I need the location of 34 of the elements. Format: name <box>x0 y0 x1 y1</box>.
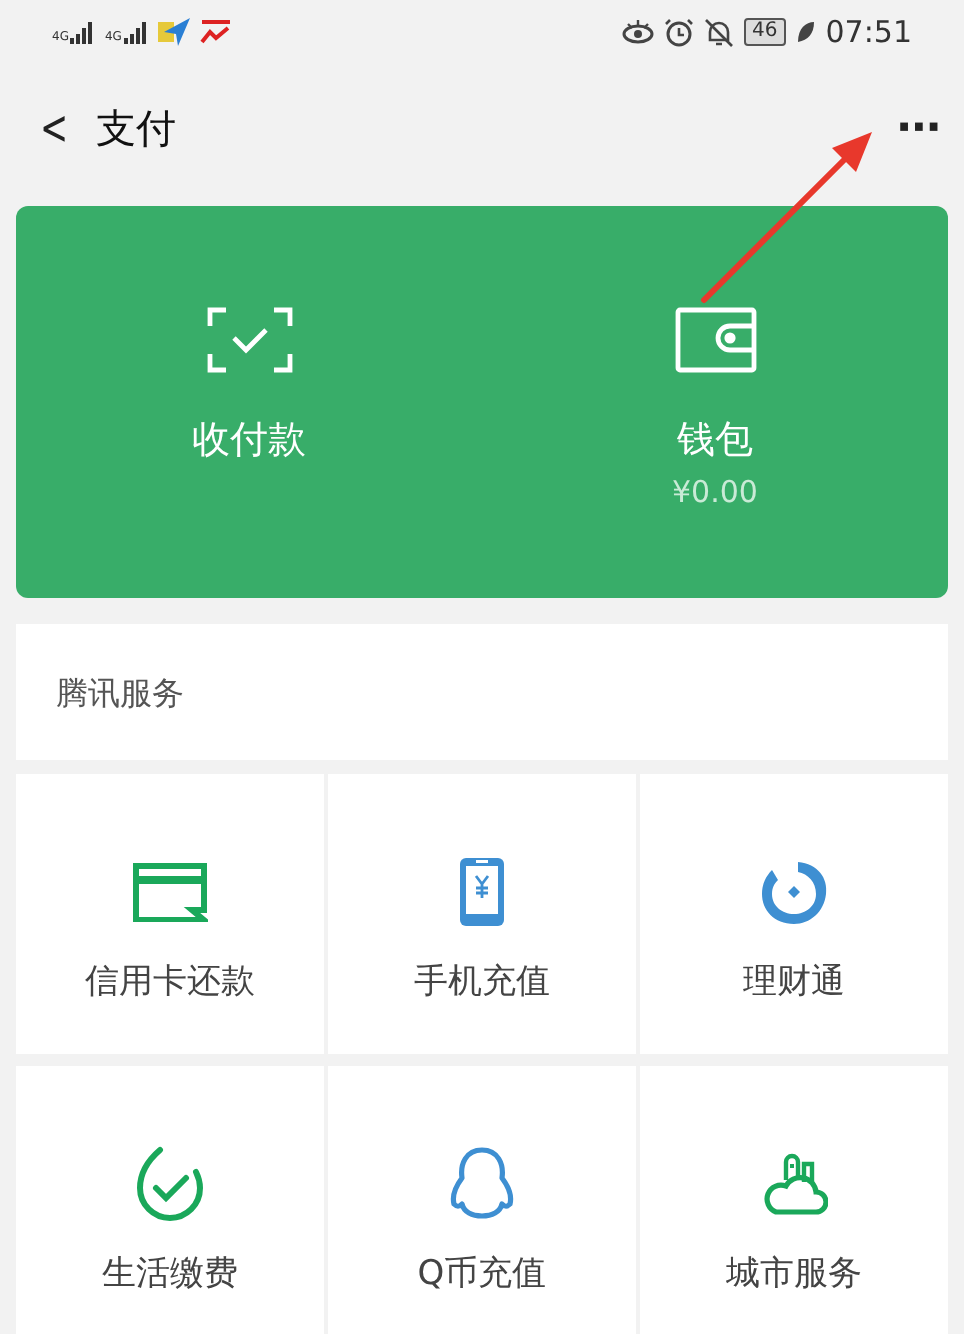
wallet-icon <box>673 306 757 374</box>
service-label: 信用卡还款 <box>85 960 255 1004</box>
service-label: 手机充值 <box>414 960 550 1004</box>
balance-amount: ¥0.00 <box>672 474 758 510</box>
service-tile[interactable]: 理财通 <box>640 774 948 1054</box>
service-label: Q币充值 <box>417 1252 547 1296</box>
service-tile[interactable]: 手机充值 <box>328 774 636 1054</box>
scan-check-icon <box>205 306 293 374</box>
service-label: 城市服务 <box>726 1252 862 1296</box>
paper-plane-icon <box>157 18 190 46</box>
service-label: 理财通 <box>743 960 845 1004</box>
bell-muted-icon <box>704 17 735 47</box>
clock-time: 07:51 <box>825 14 912 50</box>
page-title: 支付 <box>96 101 178 155</box>
leaf-icon <box>795 20 816 44</box>
signal-icon <box>123 21 148 43</box>
service-tile[interactable]: 城市服务 <box>640 1066 948 1334</box>
phone-icon <box>458 854 506 930</box>
action-label: 收付款 <box>192 416 306 466</box>
section-title: 腾讯服务 <box>16 624 948 760</box>
service-tile[interactable]: 信用卡还款 <box>16 774 324 1054</box>
signal-icon <box>70 21 95 43</box>
more-button[interactable]: ··· <box>895 103 940 153</box>
service-label: 生活缴费 <box>102 1252 238 1296</box>
battery-level: 46 <box>744 18 786 46</box>
alarm-icon <box>664 17 695 47</box>
action-label: 钱包 <box>677 416 753 466</box>
check-circle-icon <box>136 1146 204 1222</box>
service-tile[interactable]: 生活缴费 <box>16 1066 324 1334</box>
chart-line-icon <box>199 18 232 46</box>
eye-icon <box>622 18 655 46</box>
service-tile[interactable]: Q币充值 <box>328 1066 636 1334</box>
back-button[interactable]: < <box>33 100 75 156</box>
penguin-icon <box>448 1146 516 1222</box>
